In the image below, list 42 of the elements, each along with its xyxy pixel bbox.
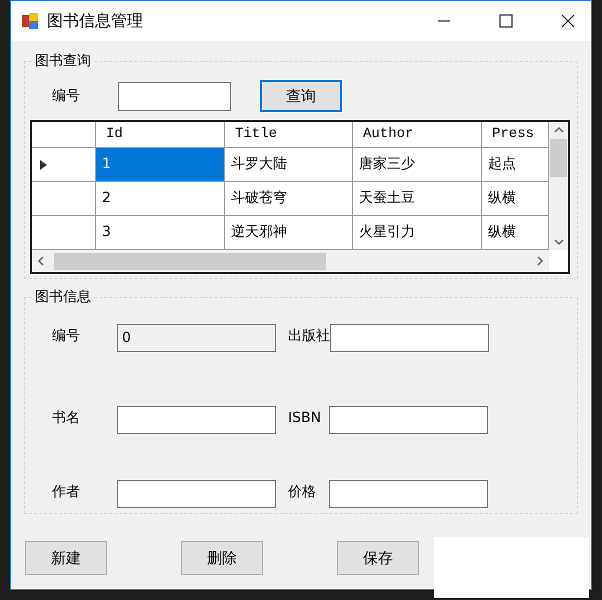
- table-cell[interactable]: 火星引力: [353, 216, 482, 249]
- scroll-right-icon[interactable]: [535, 256, 545, 266]
- text-field[interactable]: [117, 406, 276, 434]
- table-cell[interactable]: 天蚕土豆: [353, 182, 482, 215]
- vertical-scrollbar[interactable]: [549, 122, 568, 250]
- text-field[interactable]: [330, 324, 489, 352]
- field-label: 作者: [52, 483, 81, 502]
- query-button[interactable]: 查询: [260, 80, 342, 112]
- scroll-down-icon[interactable]: [554, 237, 564, 247]
- table-cell[interactable]: 逆天邪神: [225, 216, 353, 249]
- field-label: 编号: [52, 327, 81, 346]
- window-title: 图书信息管理: [47, 10, 143, 32]
- close-icon[interactable]: [561, 14, 575, 28]
- maximize-icon[interactable]: [499, 14, 513, 28]
- field-label: 书名: [52, 409, 81, 428]
- horizontal-scrollbar[interactable]: [32, 250, 549, 272]
- column-header[interactable]: Author: [353, 122, 482, 147]
- action-button[interactable]: 删除: [181, 541, 263, 575]
- scroll-thumb[interactable]: [550, 139, 567, 177]
- current-row-icon: [40, 160, 47, 170]
- text-field[interactable]: [117, 480, 276, 508]
- table-cell[interactable]: 斗罗大陆: [225, 148, 353, 181]
- scroll-thumb[interactable]: [54, 252, 326, 270]
- column-header[interactable]: Title: [225, 122, 353, 147]
- field-label: 出版社: [288, 327, 330, 346]
- id-search-field[interactable]: [118, 82, 231, 110]
- scroll-up-icon[interactable]: [554, 125, 564, 135]
- action-button[interactable]: 新建: [25, 541, 107, 575]
- field-label: ISBN: [288, 409, 322, 428]
- text-field[interactable]: [329, 480, 488, 508]
- column-header[interactable]: Id: [96, 122, 225, 147]
- table-cell[interactable]: 2: [96, 182, 225, 215]
- scroll-left-icon[interactable]: [36, 256, 46, 266]
- app-icon: [22, 13, 38, 29]
- field-label: 编号: [52, 86, 81, 106]
- text-field[interactable]: [329, 406, 488, 434]
- field-label: 价格: [288, 483, 317, 502]
- table-cell[interactable]: 3: [96, 216, 225, 249]
- table-cell[interactable]: 唐家三少: [353, 148, 482, 181]
- table-cell[interactable]: 1: [96, 148, 225, 181]
- table-cell[interactable]: 斗破苍穹: [225, 182, 353, 215]
- action-button[interactable]: 保存: [337, 541, 419, 575]
